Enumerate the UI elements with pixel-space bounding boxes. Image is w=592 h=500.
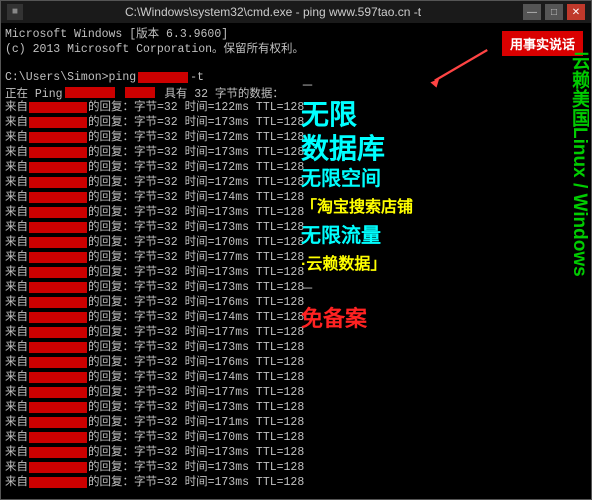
- console-ping-command: C:\Users\Simon>ping -t: [5, 70, 587, 85]
- ping-row: 来自 的回复：字节=32 时间=173ms TTL=128: [5, 205, 587, 220]
- ip-redacted-row-bar: [29, 462, 87, 473]
- ip-redacted-bar-3: [125, 87, 155, 98]
- cmd-window: ■ C:\Windows\system32\cmd.exe - ping www…: [0, 0, 592, 500]
- ip-redacted-row-bar: [29, 357, 87, 368]
- window-icon: ■: [7, 4, 23, 20]
- ip-redacted-row-bar: [29, 297, 87, 308]
- close-button[interactable]: ✕: [567, 4, 585, 20]
- ip-redacted-row-bar: [29, 102, 87, 113]
- ip-redacted-row-bar: [29, 222, 87, 233]
- ip-redacted-row-bar: [29, 342, 87, 353]
- ip-redacted-row-bar: [29, 132, 87, 143]
- ping-row: 来自 的回复：字节=32 时间=174ms TTL=128: [5, 190, 587, 205]
- ip-redacted-row-bar: [29, 402, 87, 413]
- ping-row: 来自 的回复：字节=32 时间=173ms TTL=128: [5, 115, 587, 130]
- ping-row: 来自 的回复：字节=32 时间=171ms TTL=128: [5, 415, 587, 430]
- ping-row: 来自 的回复：字节=32 时间=176ms TTL=128: [5, 355, 587, 370]
- minimize-button[interactable]: —: [523, 4, 541, 20]
- ping-row: 来自 的回复：字节=32 时间=174ms TTL=128: [5, 370, 587, 385]
- ping-row: 来自 的回复：字节=32 时间=173ms TTL=128: [5, 475, 587, 490]
- ping-row: 来自 的回复：字节=32 时间=174ms TTL=128: [5, 310, 587, 325]
- ping-row: 来自 的回复：字节=32 时间=170ms TTL=128: [5, 430, 587, 445]
- ping-row: 来自 的回复：字节=32 时间=173ms TTL=128: [5, 340, 587, 355]
- ping-row: 来自 的回复：字节=32 时间=173ms TTL=128: [5, 280, 587, 295]
- ping-row: 来自 的回复：字节=32 时间=177ms TTL=128: [5, 325, 587, 340]
- ping-row: 来自 的回复：字节=32 时间=122ms TTL=128: [5, 100, 587, 115]
- ip-redacted-row-bar: [29, 432, 87, 443]
- ping-row: 来自 的回复：字节=32 时间=173ms TTL=128: [5, 400, 587, 415]
- ip-redacted-row-bar: [29, 147, 87, 158]
- ping-row: 来自 的回复：字节=32 时间=173ms TTL=128: [5, 220, 587, 235]
- ping-row: 来自 的回复：字节=32 时间=176ms TTL=128: [5, 295, 587, 310]
- ping-rows-container: 来自 的回复：字节=32 时间=122ms TTL=128来自 的回复：字节=3…: [5, 100, 587, 490]
- ip-redacted-bar-2: [65, 87, 115, 98]
- ip-redacted-row-bar: [29, 267, 87, 278]
- console-line-1: Microsoft Windows [版本 6.3.9600]: [5, 25, 587, 40]
- console-body: Microsoft Windows [版本 6.3.9600] (c) 2013…: [1, 23, 591, 499]
- window-title: C:\Windows\system32\cmd.exe - ping www.5…: [23, 5, 523, 19]
- ip-redacted-row-bar: [29, 417, 87, 428]
- ping-row: 来自 的回复：字节=32 时间=173ms TTL=128: [5, 460, 587, 475]
- console-line-3: [5, 55, 587, 70]
- ip-redacted-row-bar: [29, 387, 87, 398]
- title-bar: ■ C:\Windows\system32\cmd.exe - ping www…: [1, 1, 591, 23]
- ping-row: 来自 的回复：字节=32 时间=172ms TTL=128: [5, 130, 587, 145]
- ip-redacted-row-bar: [29, 207, 87, 218]
- ip-redacted-row-bar: [29, 192, 87, 203]
- ping-row: 来自 的回复：字节=32 时间=173ms TTL=128: [5, 265, 587, 280]
- ping-row: 来自 的回复：字节=32 时间=177ms TTL=128: [5, 250, 587, 265]
- window-controls: — □ ✕: [523, 4, 585, 20]
- maximize-button[interactable]: □: [545, 4, 563, 20]
- ip-redacted-row-bar: [29, 477, 87, 488]
- ip-redacted-row-bar: [29, 282, 87, 293]
- ip-redacted-row-bar: [29, 312, 87, 323]
- ping-row: 来自 的回复：字节=32 时间=172ms TTL=128: [5, 160, 587, 175]
- ping-row: 来自 的回复：字节=32 时间=172ms TTL=128: [5, 175, 587, 190]
- ip-redacted-row-bar: [29, 162, 87, 173]
- ping-row: 来自 的回复：字节=32 时间=170ms TTL=128: [5, 235, 587, 250]
- ip-redacted-row-bar: [29, 252, 87, 263]
- ping-row: 来自 的回复：字节=32 时间=177ms TTL=128: [5, 385, 587, 400]
- ip-redacted-bar-1: [138, 72, 188, 83]
- ip-redacted-row-bar: [29, 327, 87, 338]
- ping-row: 来自 的回复：字节=32 时间=173ms TTL=128: [5, 445, 587, 460]
- ip-redacted-row-bar: [29, 237, 87, 248]
- ip-redacted-row-bar: [29, 177, 87, 188]
- ping-row: 来自 的回复：字节=32 时间=173ms TTL=128: [5, 145, 587, 160]
- console-line-2: (c) 2013 Microsoft Corporation。保留所有权利。: [5, 40, 587, 55]
- ip-redacted-row-bar: [29, 117, 87, 128]
- ip-redacted-row-bar: [29, 372, 87, 383]
- ip-redacted-row-bar: [29, 447, 87, 458]
- console-ping-header: 正在 Ping 具有 32 字节的数据：: [5, 85, 587, 100]
